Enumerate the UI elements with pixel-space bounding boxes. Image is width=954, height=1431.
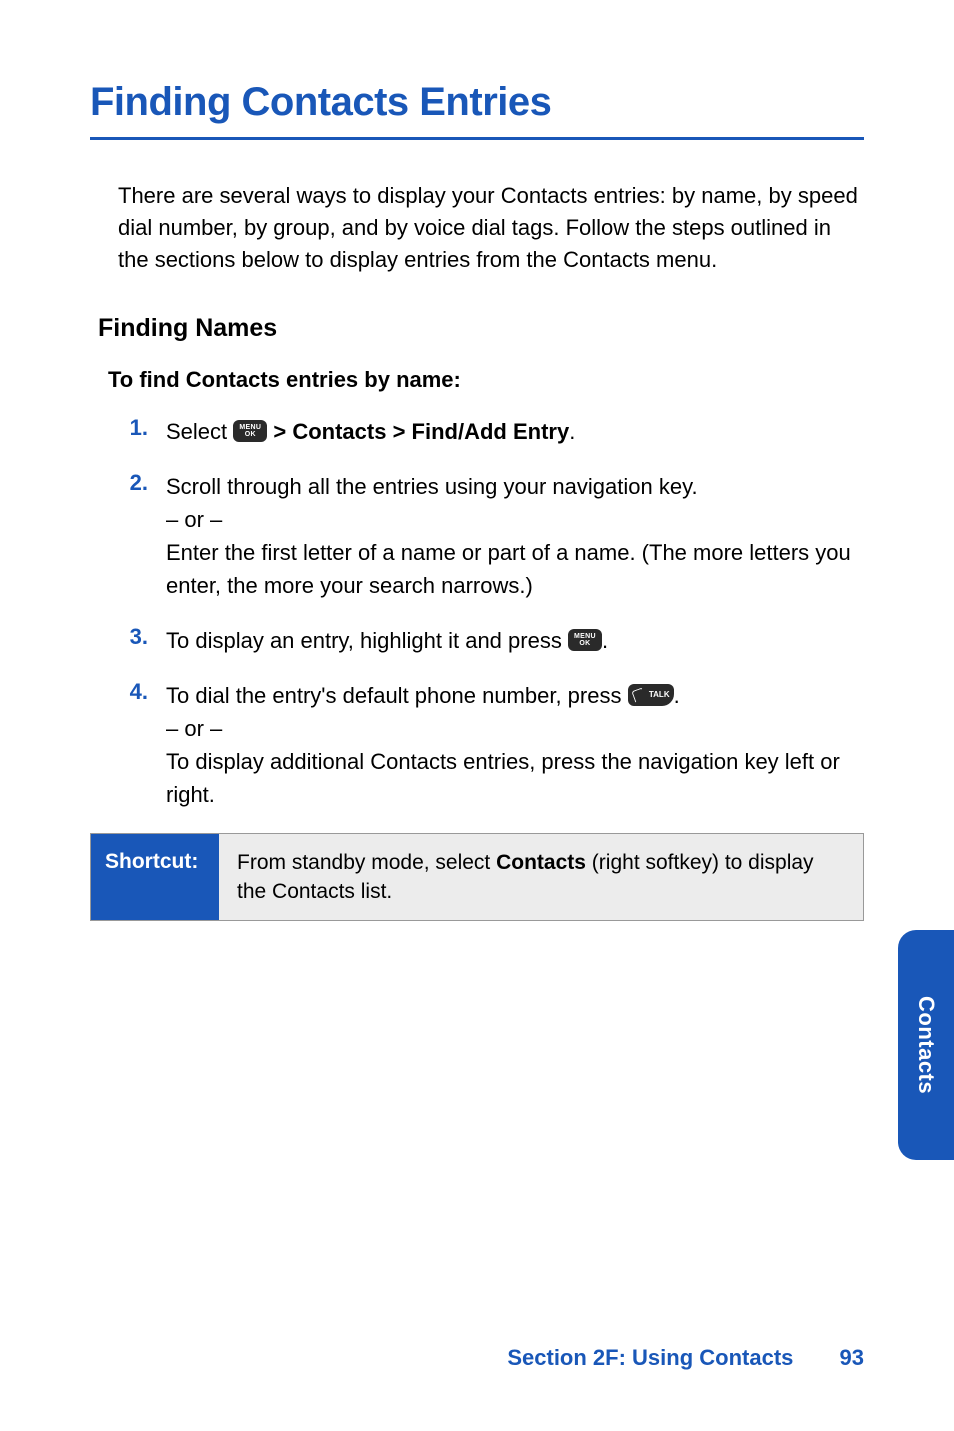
text: .: [602, 628, 608, 653]
or-separator: – or –: [166, 712, 864, 745]
step-4: 4. To dial the entry's default phone num…: [122, 679, 864, 811]
shortcut-body: From standby mode, select Contacts (righ…: [219, 834, 863, 921]
side-tab-contacts: Contacts: [898, 930, 954, 1160]
text: From standby mode, select: [237, 851, 496, 874]
shortcut-box: Shortcut: From standby mode, select Cont…: [90, 833, 864, 922]
steps-list: 1. Select MENUOK > Contacts > Find/Add E…: [122, 415, 864, 811]
step-number: 4.: [122, 679, 166, 811]
step-1: 1. Select MENUOK > Contacts > Find/Add E…: [122, 415, 864, 448]
icon-text: OK: [579, 640, 590, 647]
page-title: Finding Contacts Entries: [90, 80, 864, 140]
text: Select: [166, 419, 233, 444]
icon-text: MENU: [239, 424, 261, 431]
step-body: To dial the entry's default phone number…: [166, 679, 864, 811]
text: To display an entry, highlight it and pr…: [166, 628, 568, 653]
text-line: Enter the first letter of a name or part…: [166, 536, 864, 602]
side-tab-label: Contacts: [913, 996, 939, 1094]
step-body: To display an entry, highlight it and pr…: [166, 624, 608, 657]
text: To dial the entry's default phone number…: [166, 683, 628, 708]
intro-paragraph: There are several ways to display your C…: [118, 180, 864, 276]
text-line: To display additional Contacts entries, …: [166, 745, 864, 811]
step-number: 1.: [122, 415, 166, 448]
document-page: Finding Contacts Entries There are sever…: [0, 0, 954, 1431]
step-number: 2.: [122, 470, 166, 602]
step-body: Select MENUOK > Contacts > Find/Add Entr…: [166, 415, 575, 448]
text: .: [674, 683, 680, 708]
page-footer: Section 2F: Using Contacts 93: [0, 1345, 864, 1371]
sub-instruction: To find Contacts entries by name:: [108, 367, 864, 393]
text: .: [569, 419, 575, 444]
text-line: Scroll through all the entries using you…: [166, 470, 864, 503]
shortcut-label: Shortcut:: [91, 834, 219, 921]
icon-text: TALK: [649, 689, 670, 701]
icon-text: OK: [245, 431, 256, 438]
step-3: 3. To display an entry, highlight it and…: [122, 624, 864, 657]
bold-path: > Contacts > Find/Add Entry: [267, 419, 569, 444]
subheading-finding-names: Finding Names: [98, 314, 864, 343]
menu-ok-icon: MENUOK: [233, 420, 267, 442]
footer-page-number: 93: [840, 1345, 864, 1370]
step-number: 3.: [122, 624, 166, 657]
bold-contacts: Contacts: [496, 851, 586, 874]
icon-text: MENU: [574, 633, 596, 640]
step-body: Scroll through all the entries using you…: [166, 470, 864, 602]
footer-section: Section 2F: Using Contacts: [507, 1345, 793, 1370]
or-separator: – or –: [166, 503, 864, 536]
talk-icon: TALK: [628, 684, 674, 706]
menu-ok-icon: MENUOK: [568, 629, 602, 651]
step-2: 2. Scroll through all the entries using …: [122, 470, 864, 602]
